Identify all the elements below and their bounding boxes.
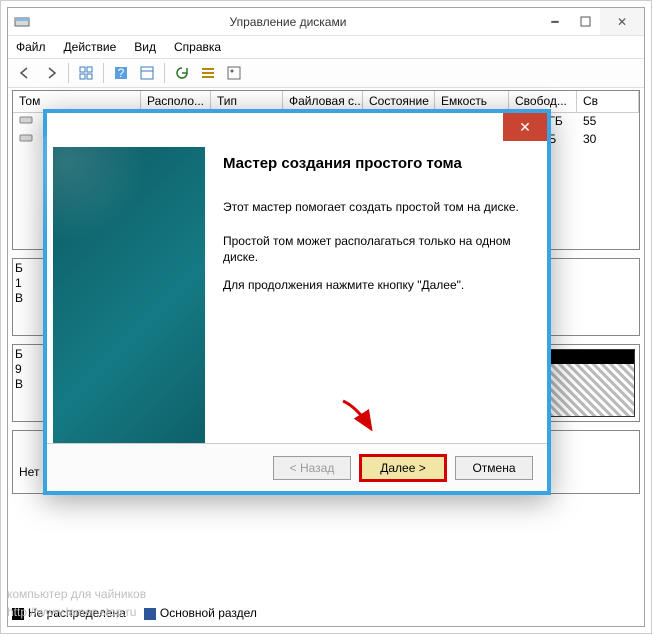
wizard-text-1: Этот мастер помогает создать простой том… bbox=[223, 199, 531, 215]
minimize-button[interactable]: ━ bbox=[540, 8, 570, 35]
close-button[interactable]: ✕ bbox=[600, 8, 644, 35]
wizard-heading: Мастер создания простого тома bbox=[223, 155, 462, 172]
dialog-close-button[interactable]: ✕ bbox=[503, 113, 547, 141]
properties-icon[interactable] bbox=[223, 62, 245, 84]
help-icon[interactable]: ? bbox=[110, 62, 132, 84]
titlebar: Управление дисками ━ ✕ bbox=[8, 8, 644, 36]
drive-icon bbox=[19, 132, 33, 144]
cancel-button[interactable]: Отмена bbox=[455, 456, 533, 480]
menu-view[interactable]: Вид bbox=[134, 40, 156, 54]
legend: Не распределена Основной раздел bbox=[12, 606, 257, 620]
legend-swatch-unallocated bbox=[12, 608, 24, 620]
detail-icon[interactable] bbox=[136, 62, 158, 84]
refresh-icon[interactable] bbox=[171, 62, 193, 84]
wizard-dialog: Мастер создания простых томов ✕ Мастер с… bbox=[43, 109, 551, 495]
col-sv[interactable]: Св bbox=[577, 91, 639, 112]
list-icon[interactable] bbox=[197, 62, 219, 84]
drive-icon bbox=[19, 114, 33, 126]
next-button[interactable]: Далее > bbox=[359, 454, 447, 482]
app-icon bbox=[14, 14, 30, 30]
menu-file[interactable]: Файл bbox=[16, 40, 46, 54]
grid-icon[interactable] bbox=[75, 62, 97, 84]
back-button: < Назад bbox=[273, 456, 351, 480]
forward-icon[interactable] bbox=[40, 62, 62, 84]
wizard-text-3: Для продолжения нажмите кнопку "Далее". bbox=[223, 277, 531, 293]
legend-swatch-primary bbox=[144, 608, 156, 620]
menu-action[interactable]: Действие bbox=[64, 40, 117, 54]
menu-help[interactable]: Справка bbox=[174, 40, 221, 54]
maximize-button[interactable] bbox=[570, 8, 600, 35]
back-icon[interactable] bbox=[14, 62, 36, 84]
menubar: Файл Действие Вид Справка bbox=[8, 36, 644, 58]
callout-arrow-icon bbox=[339, 397, 379, 437]
svg-text:?: ? bbox=[118, 66, 125, 80]
dialog-title: Мастер создания простых томов bbox=[184, 120, 366, 134]
wizard-side-graphic bbox=[53, 147, 205, 443]
wizard-text-2: Простой том может располагаться только н… bbox=[223, 233, 531, 265]
window-title: Управление дисками bbox=[36, 15, 540, 29]
toolbar: ? bbox=[8, 58, 644, 88]
